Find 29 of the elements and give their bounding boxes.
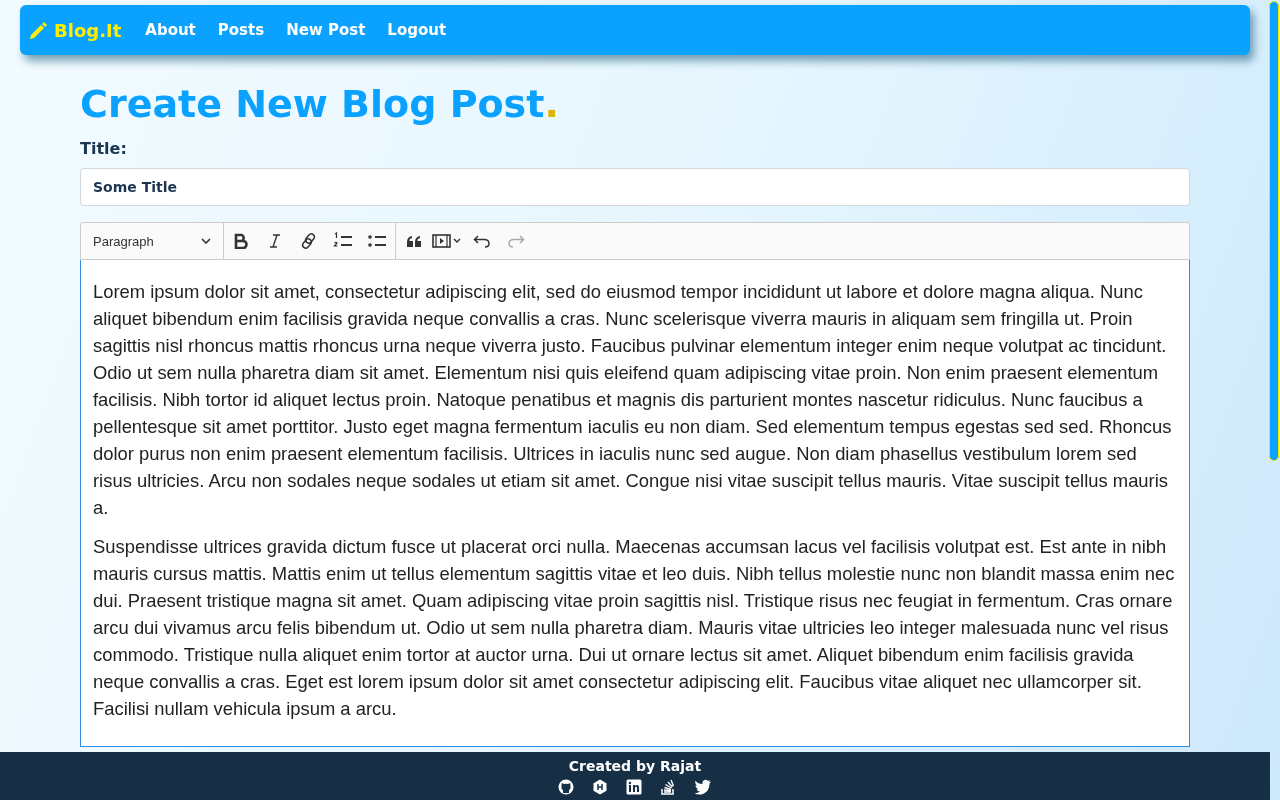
paragraph: Lorem ipsum dolor sit amet, consectetur adipiscing elit, sed do eiusmod tempor incididunt ut labore et dolore magna aliqua. Nunc aliquet bibendum enim facilisis gravida neque convallis a cras. Nunc scelerisque viverra mauris in aliquam sem fringilla ut. Proin sagittis nisl rhoncus mattis rhoncus urna neque viverra justo. Faucibus pulvinar elementum integer enim neque volutpat ac tincidunt. Odio ut sem nulla pharetra diam sit amet. Elementum nisi quis eleifend quam adipiscing vitae proin. Non enim praesent elementum facilisis. Nibh tortor id aliquet lectus proin. Natoque penatibus et magnis dis parturient montes nascetur ridiculus. Nunc faucibus a pellentesque sit amet porttitor. Justo eget magna fermentum iaculis eu non diam. Sed elementum tempus egestas sed sed. Rhoncus dolor purus non enim praesent elementum facilisis. Ultrices in iaculis nunc sed augue. Non diam phasellus vestibulum lorem sed risus ultricies. Arcu non sodales neque sodales ut etiam sit amet. Congue nisi vitae suscipit tellus mauris. Vitae suscipit tellus mauris a.	[93, 280, 1173, 520]
italic-icon	[267, 233, 283, 249]
chevron-icon	[201, 238, 211, 244]
block-format-dropdown[interactable]: Paragraph	[81, 223, 224, 259]
nav-link[interactable]: About	[145, 21, 196, 39]
github-link[interactable]	[558, 778, 574, 795]
numbered-list-icon	[333, 232, 353, 250]
nav-link[interactable]: New Post	[286, 21, 366, 39]
nav-link[interactable]: Posts	[217, 21, 265, 39]
bulleted-list-icon	[367, 232, 387, 250]
hexagon-link[interactable]	[592, 778, 608, 795]
bold-icon	[233, 233, 249, 249]
stack-link[interactable]	[660, 778, 676, 795]
nav-link[interactable]: Logout	[387, 21, 447, 39]
page-heading: Create New Blog Post.	[80, 81, 560, 127]
linkedin-link[interactable]	[626, 778, 642, 795]
link-icon	[300, 232, 318, 250]
title-label: Title:	[80, 139, 128, 158]
undo-icon	[473, 234, 491, 248]
bird-link[interactable]	[694, 778, 712, 795]
quote-icon	[406, 234, 422, 248]
pencil-icon	[28, 20, 48, 40]
footer-credit: Created by Rajat	[568, 757, 702, 774]
redo-icon	[507, 234, 525, 248]
title-input[interactable]: Some Title	[80, 168, 1190, 206]
paragraph: Suspendisse ultrices gravida dictum fusce ut placerat orci nulla. Maecenas accumsan lacus vel facilisis volutpat est. Est ante in nibh mauris cursus mattis. Mattis enim ut tellus elementum sagittis vitae et leo duis. Nibh tellus molestie nunc non blandit massa enim nec dui. Praesent tristique magna sit amet. Quam adipiscing vitae proin sagittis nisl. Tristique risus nec feugiat in fermentum. Cras ornare arcu dui vivamus arcu felis bibendum ut. Odio ut sem nulla pharetra diam. Mauris vitae ultricies leo integer malesuada nunc vel risus commodo. Tristique nulla aliquet enim tortor at auctor urna. Dui ut ornare lectus sit amet. Aliquet bibendum enim facilisis gravida neque convallis a cras. Eget est lorem ipsum dolor sit amet consectetur adipiscing elit. Faucibus vitae aliquet nec ullamcorper sit. Facilisi nullam vehicula ipsum a arcu.	[93, 535, 1176, 721]
brand-link[interactable]: Blog.It	[28, 19, 122, 41]
scrollbar-thumb[interactable]	[1269, 1, 1279, 461]
editor-area[interactable]	[80, 260, 1190, 747]
